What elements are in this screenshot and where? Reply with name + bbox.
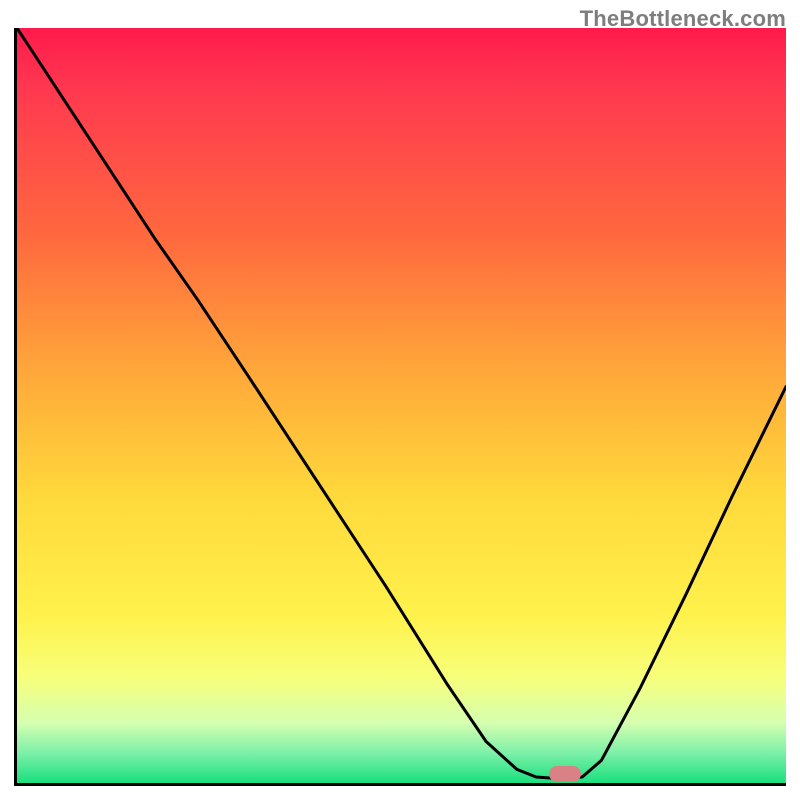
bottleneck-curve xyxy=(17,28,786,783)
optimal-point-marker xyxy=(549,766,581,782)
curve-path xyxy=(17,28,786,779)
plot-area xyxy=(14,28,786,786)
chart-stage: TheBottleneck.com xyxy=(0,0,800,800)
